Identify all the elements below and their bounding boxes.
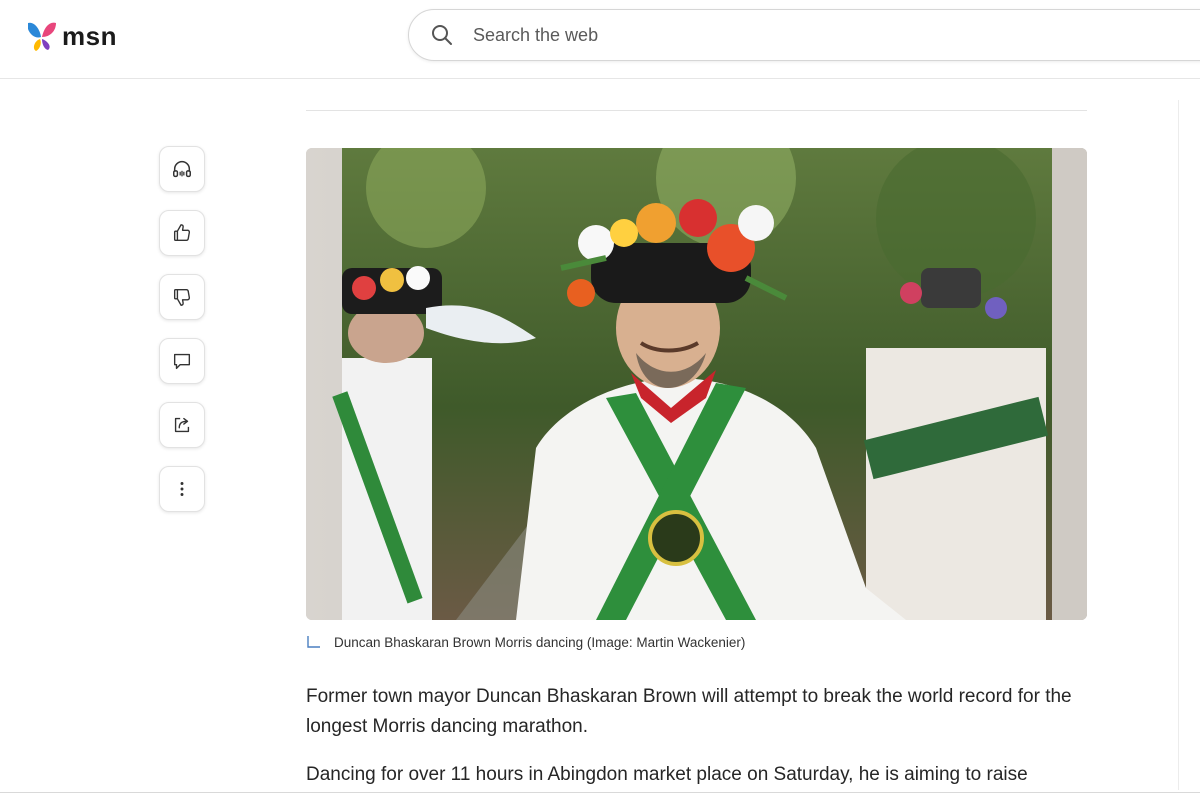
comment-button[interactable] xyxy=(159,338,205,384)
more-button[interactable] xyxy=(159,466,205,512)
search-input[interactable] xyxy=(471,23,1075,47)
headphones-icon xyxy=(173,161,191,178)
article-paragraph: Dancing for over 11 hours in Abingdon ma… xyxy=(306,764,1028,785)
comment-icon xyxy=(173,353,191,370)
article-paragraph: Former town mayor Duncan Bhaskaran Brown… xyxy=(306,686,1072,737)
caption-corner-icon xyxy=(307,636,320,648)
share-button[interactable] xyxy=(159,402,205,448)
column-divider xyxy=(1178,100,1179,790)
like-button[interactable] xyxy=(159,210,205,256)
search-box[interactable] xyxy=(408,9,1200,61)
msn-logo[interactable]: msn xyxy=(24,18,124,54)
image-caption: Duncan Bhaskaran Brown Morris dancing (I… xyxy=(306,634,745,650)
article-image[interactable] xyxy=(306,148,1087,620)
divider xyxy=(306,110,1087,111)
share-icon xyxy=(174,417,190,433)
search-icon xyxy=(432,25,452,45)
action-rail xyxy=(159,146,207,530)
divider xyxy=(0,792,1200,793)
logo-text: msn xyxy=(62,20,117,51)
thumbs-down-icon xyxy=(173,288,191,306)
msn-butterfly-icon xyxy=(28,22,56,51)
more-vertical-icon xyxy=(180,482,184,496)
top-bar: msn xyxy=(0,0,1200,79)
thumbs-up-icon xyxy=(173,224,191,242)
dislike-button[interactable] xyxy=(159,274,205,320)
caption-text: Duncan Bhaskaran Brown Morris dancing (I… xyxy=(334,634,746,650)
morris-dancers-photo xyxy=(306,148,1087,620)
listen-button[interactable] xyxy=(159,146,205,192)
